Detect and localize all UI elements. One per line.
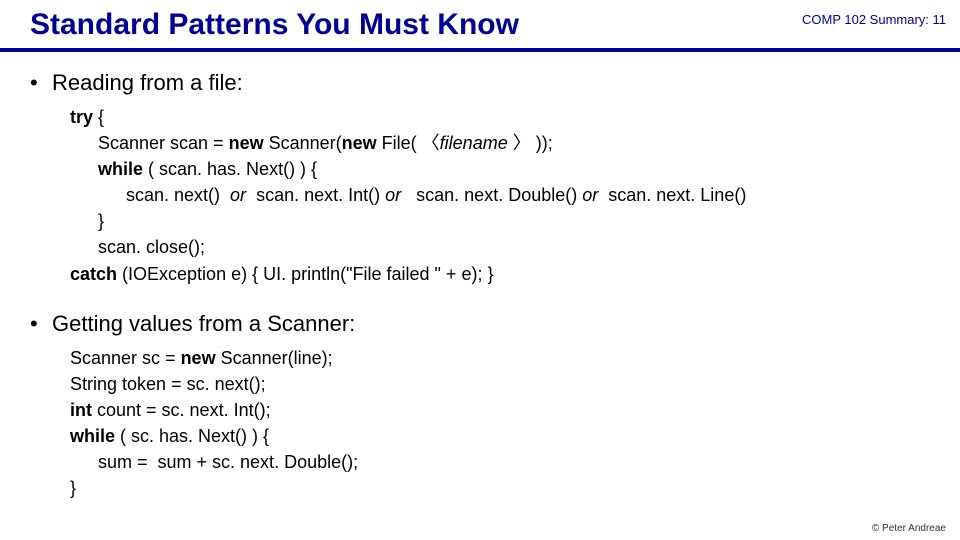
code-line: String token = sc. next(); bbox=[70, 371, 930, 397]
title-underline bbox=[0, 48, 960, 52]
slide-title: Standard Patterns You Must Know bbox=[30, 8, 802, 42]
bullet-item: • Getting values from a Scanner: bbox=[30, 311, 930, 337]
code-line: try { bbox=[70, 104, 930, 130]
code-line: } bbox=[70, 208, 930, 234]
content-area: • Reading from a file: try { Scanner sca… bbox=[0, 70, 960, 501]
code-line: Scanner sc = new Scanner(line); bbox=[70, 345, 930, 371]
code-block-scanner-values: Scanner sc = new Scanner(line); String t… bbox=[70, 345, 930, 502]
code-line: Scanner scan = new Scanner(new File( 〈fi… bbox=[70, 130, 930, 156]
bullet-dot-icon: • bbox=[30, 72, 52, 94]
code-line: scan. next() or scan. next. Int() or sca… bbox=[70, 182, 930, 208]
bullet-dot-icon: • bbox=[30, 313, 52, 335]
bullet-text: Getting values from a Scanner: bbox=[52, 311, 355, 337]
bullet-text: Reading from a file: bbox=[52, 70, 243, 96]
code-line: } bbox=[70, 475, 930, 501]
bullet-item: • Reading from a file: bbox=[30, 70, 930, 96]
code-line: while ( sc. has. Next() ) { bbox=[70, 423, 930, 449]
code-block-file-read: try { Scanner scan = new Scanner(new Fil… bbox=[70, 104, 930, 287]
header-row: Standard Patterns You Must Know COMP 102… bbox=[0, 0, 960, 42]
code-line: sum = sum + sc. next. Double(); bbox=[70, 449, 930, 475]
code-line: int count = sc. next. Int(); bbox=[70, 397, 930, 423]
code-line: catch (IOException e) { UI. println("Fil… bbox=[70, 261, 930, 287]
copyright-footer: © Peter Andreae bbox=[872, 523, 946, 534]
code-line: while ( scan. has. Next() ) { bbox=[70, 156, 930, 182]
course-tag: COMP 102 Summary: 11 bbox=[802, 8, 946, 27]
code-line: scan. close(); bbox=[70, 234, 930, 260]
